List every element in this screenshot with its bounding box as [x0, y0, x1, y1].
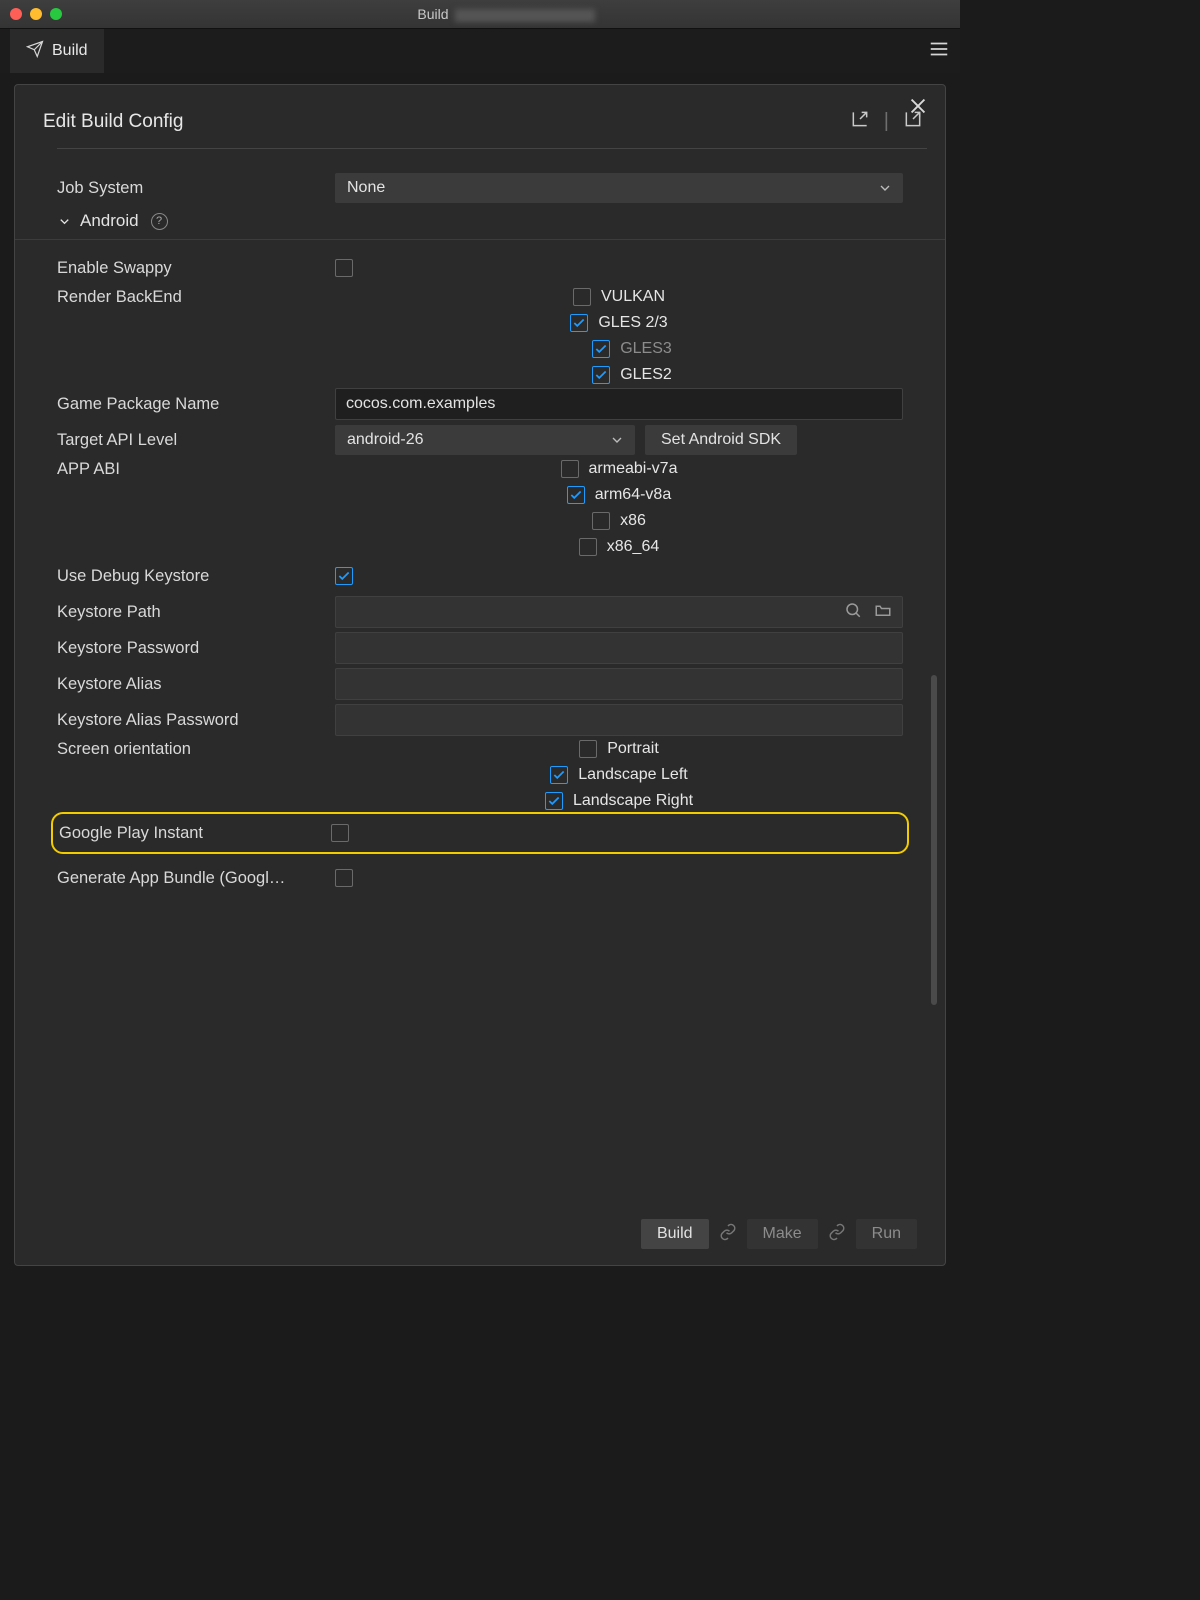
- checkbox-landscape-left[interactable]: [550, 766, 568, 784]
- checkbox-x86-64[interactable]: [579, 538, 597, 556]
- panel-header: Edit Build Config |: [15, 85, 945, 148]
- checkbox-app-bundle[interactable]: [335, 869, 353, 887]
- separator: |: [884, 110, 889, 133]
- close-window-button[interactable]: [10, 8, 22, 20]
- option-vulkan: VULKAN: [601, 288, 665, 306]
- row-keystore-path: Keystore Path: [15, 594, 945, 630]
- minimize-window-button[interactable]: [30, 8, 42, 20]
- checkbox-gles2[interactable]: [592, 366, 610, 384]
- option-armeabi: armeabi-v7a: [589, 460, 678, 478]
- option-landscape-left: Landscape Left: [578, 766, 687, 784]
- window-titlebar: Build: [0, 0, 960, 29]
- label-render-backend: Render BackEnd: [57, 288, 335, 307]
- header-divider: [57, 148, 927, 149]
- row-google-play-instant-highlight: Google Play Instant: [51, 812, 909, 854]
- section-android[interactable]: Android ?: [15, 205, 945, 240]
- label-keystore-alias-password: Keystore Alias Password: [57, 711, 335, 730]
- panel-title: Edit Build Config: [43, 111, 836, 133]
- close-panel-button[interactable]: [907, 95, 929, 122]
- checkbox-armeabi-v7a[interactable]: [561, 460, 579, 478]
- label-google-play-instant: Google Play Instant: [59, 824, 331, 843]
- option-x86-64: x86_64: [607, 538, 660, 556]
- button-set-android-sdk[interactable]: Set Android SDK: [645, 425, 797, 455]
- chevron-down-icon: [57, 214, 72, 229]
- select-value: None: [347, 179, 385, 197]
- label-keystore-alias: Keystore Alias: [57, 675, 335, 694]
- tab-build[interactable]: Build: [10, 29, 104, 73]
- option-portrait: Portrait: [607, 740, 659, 758]
- checkbox-x86[interactable]: [592, 512, 610, 530]
- edit-build-config-panel: Edit Build Config | Job System None Andr…: [14, 84, 946, 1266]
- label-enable-swappy: Enable Swappy: [57, 259, 335, 278]
- tab-bar: Build: [0, 29, 960, 73]
- row-keystore-alias: Keystore Alias: [15, 666, 945, 702]
- select-target-api[interactable]: android-26: [335, 425, 635, 455]
- import-icon[interactable]: [850, 109, 870, 134]
- label-package-name: Game Package Name: [57, 395, 335, 414]
- form-content: Job System None Android ? Enable Swappy …: [15, 165, 945, 1191]
- checkbox-arm64-v8a[interactable]: [567, 486, 585, 504]
- select-value: android-26: [347, 431, 424, 449]
- link-icon[interactable]: [828, 1223, 846, 1246]
- tab-label: Build: [52, 42, 88, 60]
- checkbox-portrait[interactable]: [579, 740, 597, 758]
- row-app-bundle: Generate App Bundle (Googl…: [15, 860, 945, 896]
- button-build[interactable]: Build: [641, 1219, 709, 1249]
- folder-open-icon[interactable]: [874, 601, 892, 624]
- row-screen-orientation: Screen orientation Portrait Landscape Le…: [15, 738, 945, 812]
- chevron-down-icon: [609, 432, 625, 453]
- label-keystore-path: Keystore Path: [57, 603, 335, 622]
- window-title: Build: [62, 6, 950, 22]
- row-package-name: Game Package Name: [15, 386, 945, 422]
- row-keystore-password: Keystore Password: [15, 630, 945, 666]
- label-app-bundle: Generate App Bundle (Googl…: [57, 869, 335, 888]
- panel-footer: Build Make Run: [15, 1203, 945, 1265]
- option-landscape-right: Landscape Right: [573, 792, 693, 810]
- checkbox-gles3[interactable]: [592, 340, 610, 358]
- scrollbar[interactable]: [931, 675, 937, 1005]
- option-gles3: GLES3: [620, 340, 672, 358]
- button-run[interactable]: Run: [856, 1219, 917, 1249]
- checkbox-use-debug-keystore[interactable]: [335, 567, 353, 585]
- row-keystore-alias-password: Keystore Alias Password: [15, 702, 945, 738]
- section-label: Android: [80, 211, 139, 231]
- row-use-debug-keystore: Use Debug Keystore: [15, 558, 945, 594]
- label-use-debug-keystore: Use Debug Keystore: [57, 567, 335, 586]
- option-gles23: GLES 2/3: [598, 314, 667, 332]
- row-app-abi: APP ABI armeabi-v7a arm64-v8a x86 x86_64: [15, 458, 945, 558]
- row-render-backend: Render BackEnd VULKAN GLES 2/3 GLES3 GLE…: [15, 286, 945, 386]
- label-target-api: Target API Level: [57, 431, 335, 450]
- checkbox-enable-swappy[interactable]: [335, 259, 353, 277]
- hamburger-menu-icon[interactable]: [928, 38, 950, 65]
- option-arm64: arm64-v8a: [595, 486, 671, 504]
- label-screen-orientation: Screen orientation: [57, 740, 335, 759]
- checkbox-vulkan[interactable]: [573, 288, 591, 306]
- input-keystore-alias[interactable]: [335, 668, 903, 700]
- row-enable-swappy: Enable Swappy: [15, 250, 945, 286]
- input-keystore-alias-password[interactable]: [335, 704, 903, 736]
- checkbox-gles23[interactable]: [570, 314, 588, 332]
- maximize-window-button[interactable]: [50, 8, 62, 20]
- option-gles2: GLES2: [620, 366, 672, 384]
- label-app-abi: APP ABI: [57, 460, 335, 479]
- traffic-lights: [10, 8, 62, 20]
- input-keystore-password[interactable]: [335, 632, 903, 664]
- button-make[interactable]: Make: [747, 1219, 818, 1249]
- select-job-system[interactable]: None: [335, 173, 903, 203]
- chevron-down-icon: [877, 180, 893, 201]
- label-job-system: Job System: [57, 179, 335, 198]
- row-target-api: Target API Level android-26 Set Android …: [15, 422, 945, 458]
- search-icon[interactable]: [844, 601, 862, 624]
- paper-plane-icon: [26, 40, 44, 63]
- option-x86: x86: [620, 512, 646, 530]
- row-job-system: Job System None: [15, 171, 945, 205]
- checkbox-google-play-instant[interactable]: [331, 824, 349, 842]
- input-keystore-path[interactable]: [335, 596, 903, 628]
- label-keystore-password: Keystore Password: [57, 639, 335, 658]
- help-icon[interactable]: ?: [151, 213, 168, 230]
- input-package-name[interactable]: [335, 388, 903, 420]
- checkbox-landscape-right[interactable]: [545, 792, 563, 810]
- row-google-play-instant: Google Play Instant: [59, 818, 901, 848]
- link-icon[interactable]: [719, 1223, 737, 1246]
